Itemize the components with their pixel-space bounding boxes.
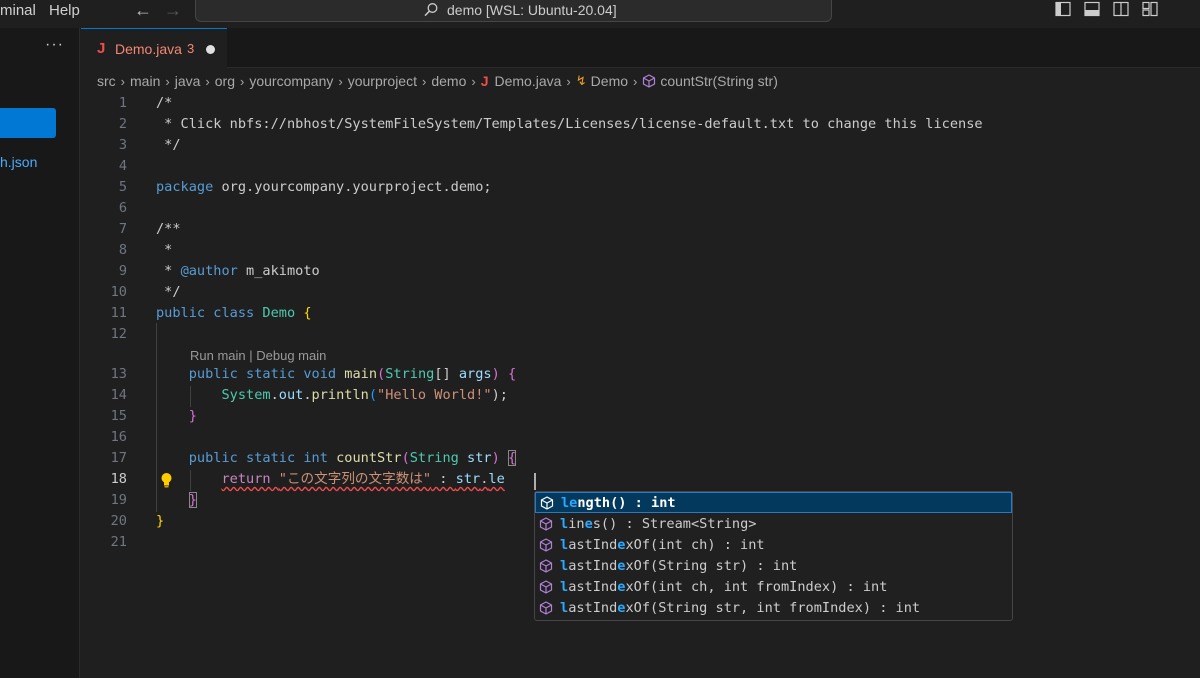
chevron-right-icon: › [338,73,343,89]
menu-help[interactable]: Help [49,2,80,19]
lightbulb-icon[interactable] [160,472,173,493]
suggestion-item[interactable]: lines() : Stream<String> [535,514,1012,535]
unsaved-dot-icon[interactable] [206,45,215,54]
method-cube-icon [642,74,656,88]
code-line: 4 [118,158,127,174]
chevron-right-icon: › [239,73,245,89]
command-center-label: demo [WSL: Ubuntu-20.04] [447,2,617,18]
code-line: 15 } [110,408,197,424]
toggle-secondary-sidebar-icon[interactable] [1113,1,1129,17]
code-line: 9 * @author m_akimoto [118,263,320,279]
code-line: 7/** [118,221,181,237]
breadcrumb-item-yourproject[interactable]: yourproject [348,73,417,89]
breadcrumb-item-demo[interactable]: demo [431,73,466,89]
code-line: 8 * [118,242,173,258]
breadcrumb-item-main[interactable]: main [130,73,160,89]
toggle-primary-sidebar-icon[interactable] [1055,1,1071,17]
method-cube-icon [539,601,553,622]
more-actions-icon[interactable]: ··· [45,36,64,54]
tab-demo-java[interactable]: J Demo.java 3 [81,28,227,69]
arrow-right-icon[interactable]: → [164,0,182,21]
code-line: 14 System.out.println("Hello World!"); [110,387,508,403]
suggestion-item[interactable]: lastIndexOf(int ch) : int [535,535,1012,556]
breadcrumb: src › main › java › org › yourcompany › yourp… [97,71,778,91]
suggestion-item[interactable]: lastIndexOf(int ch, int fromIndex) : int [535,577,1012,598]
customize-layout-icon[interactable] [1142,1,1158,17]
code-line: 13 public static void main(String[] args… [110,366,517,382]
code-line: 3 */ [118,137,181,153]
code-line: 1/* [118,95,173,111]
code-line: 2 * Click nbfs://nbhost/SystemFileSystem… [118,116,983,132]
code-line: 11 public class Demo { [110,305,312,321]
breadcrumb-item-file[interactable]: Demo.java [495,73,562,89]
chevron-right-icon: › [421,73,427,89]
explorer-sidebar: ··· h.json [0,28,80,678]
code-line: 16 [110,429,127,445]
class-icon: ↯ [575,73,587,88]
suggestion-item[interactable]: length() : int [535,492,1012,513]
breadcrumb-item-org[interactable]: org [215,73,235,89]
menu-terminal[interactable]: minal [0,2,36,19]
code-line: 17 public static int countStr(String str… [110,450,517,466]
text-cursor [534,473,536,490]
chevron-right-icon: › [120,73,126,89]
java-file-icon: J [97,40,106,57]
chevron-right-icon: › [566,73,571,89]
sidebar-file-item[interactable]: h.json [0,154,37,170]
toggle-panel-icon[interactable] [1084,1,1100,17]
arrow-left-icon[interactable]: ← [134,0,152,21]
sidebar-primary-button[interactable] [0,108,56,138]
command-center[interactable]: demo [WSL: Ubuntu-20.04] [195,0,832,22]
breadcrumb-item-method[interactable]: countStr(String str) [660,73,777,89]
suggestion-item[interactable]: lastIndexOf(String str) : int [535,556,1012,577]
chevron-right-icon: › [471,73,476,89]
breadcrumb-item-src[interactable]: src [97,73,116,89]
code-line: 6 [118,200,127,216]
code-line: 10 */ [110,284,181,300]
title-bar: minal Help ← → demo [WSL: Ubuntu-20.04] [0,0,1200,28]
chevron-right-icon: › [205,73,210,89]
search-icon [423,2,439,23]
codelens-run-debug[interactable]: Run main | Debug main [190,348,326,363]
tab-label: Demo.java [115,41,182,57]
chevron-right-icon: › [165,73,170,89]
breadcrumb-item-yourcompany[interactable]: yourcompany [249,73,333,89]
code-line: 12 [110,326,127,342]
breadcrumb-item-class[interactable]: Demo [591,73,628,89]
java-file-icon: J [480,73,489,89]
editor-tab-bar: J Demo.java 3 [81,28,1200,69]
suggest-widget: length() : int lines() : Stream<String> … [534,491,1013,621]
code-line: 5 package org.yourcompany.yourproject.dem… [118,179,492,195]
problems-count-badge: 3 [187,41,195,56]
suggestion-item[interactable]: lastIndexOf(String str, int fromIndex) :… [535,598,1012,619]
chevron-right-icon: › [633,73,638,89]
code-line-current: 18 return "この文字列の文字数は" : str.le [110,471,505,487]
breadcrumb-item-java[interactable]: java [175,73,201,89]
